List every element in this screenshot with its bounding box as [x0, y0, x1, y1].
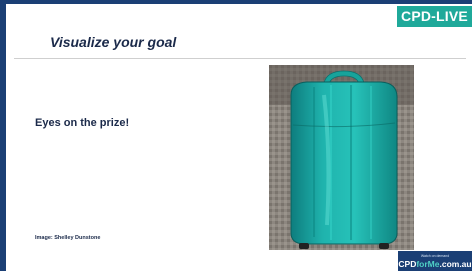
cpdforme-logo[interactable]: Watch on demand CPDforMe.com.au [398, 251, 472, 271]
body-text: Eyes on the prize! [35, 117, 130, 129]
logo-tagline: Watch on demand [420, 254, 450, 258]
presentation-slide: CPD-LIVE 2017 Visualize your goal Eyes o… [0, 0, 472, 271]
slide-title: Visualize your goal [50, 34, 177, 50]
suitcase-photo [269, 65, 414, 250]
slide-left-border [0, 0, 6, 271]
logo-wordmark-forme: forMe [416, 259, 440, 269]
logo-wordmark: CPDforMe.com.au [398, 259, 472, 269]
logo-wordmark-cpd: CPD [398, 259, 417, 269]
title-divider [14, 58, 466, 59]
event-badge: CPD-LIVE 2017 [397, 6, 472, 45]
slide-top-border [0, 0, 472, 4]
logo-wordmark-domain: .com.au [439, 259, 472, 269]
image-credit: Image: Shelley Dunstone [35, 235, 101, 241]
